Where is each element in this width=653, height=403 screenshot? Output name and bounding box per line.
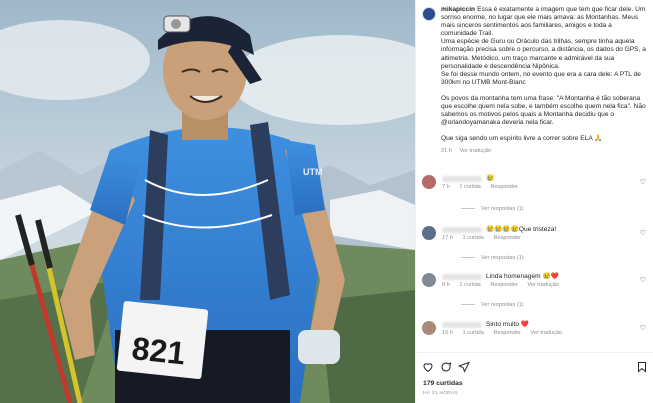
comment-item: 😢😢😢😢Que tristeza! 17 h 1 curtida Respond… (422, 225, 648, 245)
view-replies-button[interactable]: Ver respostas (1) (461, 255, 524, 261)
heart-icon[interactable]: ♡ (640, 276, 646, 284)
view-replies-button[interactable]: Ver respostas (1) (461, 206, 524, 212)
comment-item: Linda homenagem 😢❤️ 8 h 1 curtida Respon… (422, 272, 648, 292)
comment-text: 😢 (486, 175, 495, 182)
commenter-avatar[interactable] (422, 321, 436, 335)
caption-line-3: Se foi desse mundo ontem, no evento que … (441, 70, 641, 86)
comment-reply-button[interactable]: Responder (493, 235, 520, 241)
comment-likes[interactable]: 1 curtida (462, 235, 483, 241)
comment-see-translation[interactable]: Ver tradução (530, 330, 562, 336)
heart-icon[interactable] (422, 361, 434, 373)
comment-item: 😢 7 h 1 curtida Responder ♡ (422, 174, 648, 194)
heart-icon[interactable]: ♡ (640, 324, 646, 332)
instagram-post-window: 821 UTM mikapiccin Essa é exatamente a i… (0, 0, 653, 403)
comment-meta: 8 h 1 curtida Responder Ver tradução (442, 282, 567, 288)
comment-likes[interactable]: 1 curtida (459, 282, 480, 288)
shirt-logo-text: UTM (303, 167, 323, 177)
commenter-avatar[interactable] (422, 226, 436, 240)
caption-see-translation[interactable]: Ver tradução (459, 148, 491, 154)
comment-see-translation[interactable]: Ver tradução (527, 282, 559, 288)
race-bib: 821 (116, 301, 209, 380)
comment-reply-button[interactable]: Responder (493, 330, 520, 336)
comment-text: Sinto muito ❤️ (486, 321, 530, 328)
comment-age: 15 h (442, 330, 453, 336)
bib-number: 821 (130, 330, 187, 371)
view-replies-button[interactable]: Ver respostas (1) (461, 302, 524, 308)
heart-icon[interactable]: ♡ (640, 229, 646, 237)
caption-block: mikapiccin Essa é exatamente a imagem que… (422, 6, 648, 156)
comment-likes[interactable]: 1 curtida (462, 330, 483, 336)
caption-line-2: Uma espécie de Guru ou Oráculo das trilh… (441, 38, 646, 70)
caption-meta: 21 h Ver tradução (441, 147, 648, 155)
caption-age: 21 h (441, 148, 452, 155)
commenter-username-blurred[interactable] (442, 227, 482, 233)
comment-text: Linda homenagem 😢❤️ (486, 273, 559, 280)
comment-reply-button[interactable]: Responder (490, 282, 517, 288)
comment-meta: 15 h 1 curtida Responder Ver tradução (442, 330, 570, 336)
send-icon[interactable] (457, 361, 470, 373)
author-avatar[interactable] (422, 7, 436, 21)
post-sidebar: mikapiccin Essa é exatamente a imagem que… (415, 0, 653, 403)
comment-age: 8 h (442, 282, 450, 288)
bookmark-icon[interactable] (636, 361, 648, 373)
commenter-username-blurred[interactable] (442, 274, 482, 280)
author-username[interactable]: mikapiccin (441, 6, 475, 13)
heart-icon[interactable]: ♡ (640, 178, 646, 186)
comment-meta: 17 h 1 curtida Responder (442, 235, 529, 241)
comment-meta: 7 h 1 curtida Responder (442, 184, 526, 190)
comment-age: 17 h (442, 235, 453, 241)
commenter-avatar[interactable] (422, 273, 436, 287)
post-photo: 821 UTM (0, 0, 415, 403)
caption-line-5: Que siga sendo um espírito livre a corre… (441, 135, 603, 143)
comment-text: 😢😢😢😢Que tristeza! (486, 226, 557, 233)
comment-item: Sinto muito ❤️ 15 h 1 curtida Responder … (422, 320, 648, 340)
comment-reply-button[interactable]: Responder (490, 184, 517, 190)
likes-count[interactable]: 179 curtidas (423, 380, 463, 387)
commenter-username-blurred[interactable] (442, 176, 482, 182)
caption-text: mikapiccin Essa é exatamente a imagem que… (441, 6, 648, 156)
commenter-avatar[interactable] (422, 175, 436, 189)
post-actions: 179 curtidas HÁ 21 HORAS (416, 352, 653, 403)
runner-photo: 821 UTM (0, 0, 415, 403)
caption-line-4: Os povos da montanha tem uma frase: "A M… (441, 94, 646, 127)
comment-icon[interactable] (440, 361, 452, 373)
comment-likes[interactable]: 1 curtida (459, 184, 480, 190)
comment-age: 7 h (442, 184, 450, 190)
post-timestamp: HÁ 21 HORAS (423, 391, 459, 396)
commenter-username-blurred[interactable] (442, 322, 482, 328)
